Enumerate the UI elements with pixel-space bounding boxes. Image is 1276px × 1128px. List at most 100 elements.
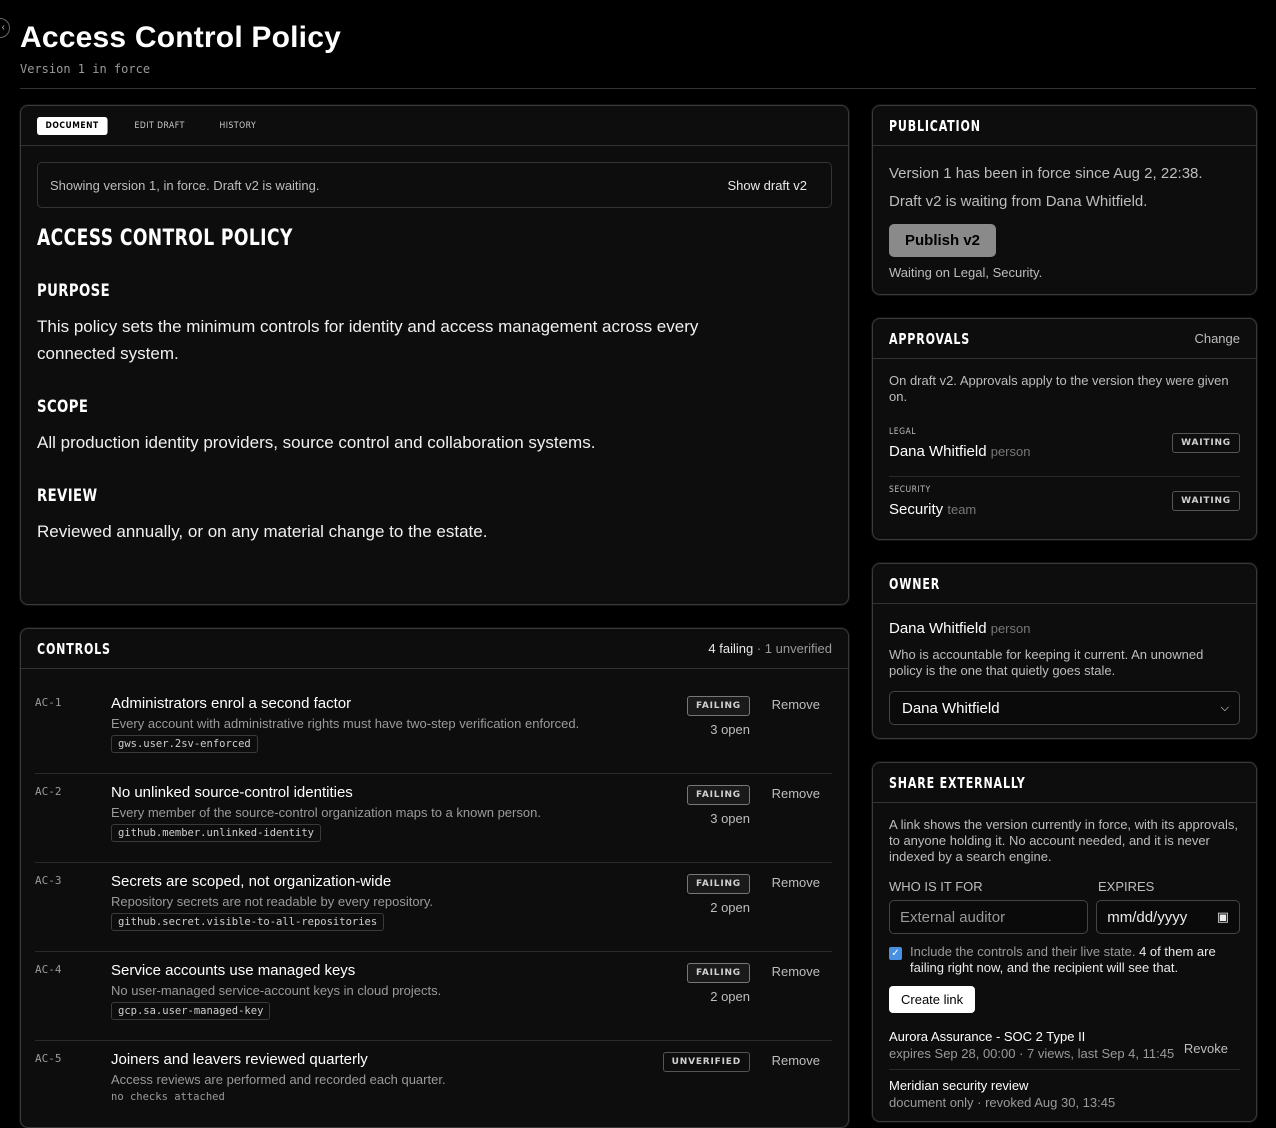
open-count: 3 open xyxy=(710,722,750,737)
waiting-note: Waiting on Legal, Security. xyxy=(889,265,1043,280)
control-description: Every member of the source-control organ… xyxy=(111,805,541,820)
document-body: ACCESS CONTROL POLICY PURPOSE This polic… xyxy=(21,226,848,545)
control-id: AC-1 xyxy=(35,696,62,709)
control-id: AC-5 xyxy=(35,1052,62,1065)
control-description: Every account with administrative rights… xyxy=(111,716,580,731)
expires-date-input[interactable]: mm/dd/yyyy ▣ xyxy=(1096,900,1240,934)
remove-button[interactable]: Remove xyxy=(772,875,820,890)
revoke-button[interactable]: Revoke xyxy=(1184,1041,1228,1056)
owner-title: OWNER xyxy=(889,574,941,593)
approvals-card: APPROVALS Change On draft v2. Approvals … xyxy=(872,318,1257,540)
section-body: This policy sets the minimum controls fo… xyxy=(37,317,699,363)
status-badge: WAITING xyxy=(1172,491,1240,511)
approval-role: LEGAL xyxy=(889,427,917,437)
owner-type: person xyxy=(990,621,1031,636)
status-badge: FAILING xyxy=(686,963,750,983)
control-row: AC-5 Joiners and leavers reviewed quarte… xyxy=(35,1041,832,1127)
owner-note: Who is accountable for keeping it curren… xyxy=(889,647,1204,678)
section-body: Reviewed annually, or on any material ch… xyxy=(37,522,488,541)
remove-button[interactable]: Remove xyxy=(772,786,820,801)
status-badge: UNVERIFIED xyxy=(662,1052,750,1072)
include-label: Include the controls and their live stat… xyxy=(910,944,1136,959)
publish-button[interactable]: Publish v2 xyxy=(889,224,997,257)
tab-bar: DOCUMENT EDIT DRAFT HISTORY xyxy=(21,106,848,146)
approval-row: LEGAL Dana Whitfield person WAITING xyxy=(889,419,1240,477)
control-row: AC-3 Secrets are scoped, not organizatio… xyxy=(35,863,832,952)
share-card: SHARE EXTERNALLY A link shows the versio… xyxy=(872,762,1257,1122)
controls-summary: 4 failing · 1 unverified xyxy=(708,641,832,656)
publication-status: Version 1 has been in force since Aug 2,… xyxy=(889,165,1203,182)
recipient-input[interactable]: External auditor xyxy=(889,900,1089,934)
control-title: Joiners and leavers reviewed quarterly xyxy=(111,1051,368,1068)
include-controls-checkbox[interactable]: ✓ xyxy=(889,947,902,960)
include-controls-option: ✓ Include the controls and their live st… xyxy=(889,944,1240,976)
open-count: 3 open xyxy=(710,811,750,826)
section-body: All production identity providers, sourc… xyxy=(37,433,596,452)
calendar-icon[interactable]: ▣ xyxy=(1217,909,1229,925)
share-link-row: Meridian security review document only ·… xyxy=(889,1070,1240,1118)
failing-count: 4 failing xyxy=(708,641,754,656)
open-count: 2 open xyxy=(710,989,750,1004)
page-title: Access Control Policy xyxy=(20,21,341,54)
change-button[interactable]: Change xyxy=(1194,331,1240,346)
section-heading: PURPOSE xyxy=(37,281,111,301)
status-badge: FAILING xyxy=(686,874,750,894)
check-tag: gcp.sa.user-managed-key xyxy=(111,1002,271,1020)
tab-edit-draft[interactable]: EDIT DRAFT xyxy=(126,117,193,135)
who-label: WHO IS IT FOR xyxy=(889,879,983,894)
section-heading: SCOPE xyxy=(37,397,89,417)
unverified-count: · 1 unverified xyxy=(753,641,832,656)
approvals-title: APPROVALS xyxy=(889,329,971,348)
owner-select-value: Dana Whitfield xyxy=(902,699,1000,717)
approver-name: Dana Whitfield xyxy=(889,443,987,460)
controls-card: CONTROLS 4 failing · 1 unverified AC-1 A… xyxy=(20,628,849,1128)
tab-history[interactable]: HISTORY xyxy=(211,117,265,135)
show-draft-button[interactable]: Show draft v2 xyxy=(716,174,820,197)
status-badge: FAILING xyxy=(686,785,750,805)
remove-button[interactable]: Remove xyxy=(772,697,820,712)
version-notice: Showing version 1, in force. Draft v2 is… xyxy=(37,162,832,208)
document-title: ACCESS CONTROL POLICY xyxy=(37,226,293,251)
document-card: DOCUMENT EDIT DRAFT HISTORY Showing vers… xyxy=(20,105,849,605)
control-title: Secrets are scoped, not organization-wid… xyxy=(111,873,392,890)
owner-card: OWNER Dana Whitfield person Who is accou… xyxy=(872,563,1257,739)
control-title: No unlinked source-control identities xyxy=(111,784,353,801)
control-description: No user-managed service-account keys in … xyxy=(111,983,442,998)
tab-document[interactable]: DOCUMENT xyxy=(37,116,108,135)
share-note: A link shows the version currently in fo… xyxy=(889,817,1238,864)
back-button[interactable]: ‹ xyxy=(0,18,10,38)
status-badge: FAILING xyxy=(686,696,750,716)
controls-title: CONTROLS xyxy=(37,639,111,658)
share-link-name: Meridian security review xyxy=(889,1078,1029,1093)
recipient-placeholder: External auditor xyxy=(900,908,1006,926)
control-title: Service accounts use managed keys xyxy=(111,962,356,979)
owner-select[interactable]: Dana Whitfield ⌵ xyxy=(889,691,1240,725)
share-link-meta: document only · revoked Aug 30, 13:45 xyxy=(889,1095,1116,1110)
chevron-down-icon: ⌵ xyxy=(1220,701,1229,714)
control-description: Repository secrets are not readable by e… xyxy=(111,894,434,909)
notice-text: Showing version 1, in force. Draft v2 is… xyxy=(50,177,320,193)
control-id: AC-3 xyxy=(35,874,62,887)
control-description: Access reviews are performed and recorde… xyxy=(111,1072,446,1087)
control-row: AC-2 No unlinked source-control identiti… xyxy=(35,774,832,863)
remove-button[interactable]: Remove xyxy=(772,1053,820,1068)
draft-status: Draft v2 is waiting from Dana Whitfield. xyxy=(889,193,1148,210)
control-row: AC-1 Administrators enrol a second facto… xyxy=(35,685,832,774)
approval-row: SECURITY Security team WAITING xyxy=(889,477,1240,535)
remove-button[interactable]: Remove xyxy=(772,964,820,979)
expires-label: EXPIRES xyxy=(1098,879,1155,894)
approval-role: SECURITY xyxy=(889,485,931,495)
control-row: AC-4 Service accounts use managed keys N… xyxy=(35,952,832,1041)
check-tag: gws.user.2sv-enforced xyxy=(111,735,258,753)
controls-list: AC-1 Administrators enrol a second facto… xyxy=(21,669,848,1127)
check-tag: github.secret.visible-to-all-repositorie… xyxy=(111,913,385,931)
approvals-note: On draft v2. Approvals apply to the vers… xyxy=(889,373,1229,404)
create-link-button[interactable]: Create link xyxy=(889,986,976,1013)
page-subtitle: Version 1 in force xyxy=(20,62,151,76)
check-tag: github.member.unlinked-identity xyxy=(111,824,321,842)
section-heading: REVIEW xyxy=(37,486,98,506)
approver-type: person xyxy=(990,444,1031,459)
control-title: Administrators enrol a second factor xyxy=(111,695,352,712)
share-title: SHARE EXTERNALLY xyxy=(889,773,1026,792)
owner-name: Dana Whitfield xyxy=(889,620,987,637)
